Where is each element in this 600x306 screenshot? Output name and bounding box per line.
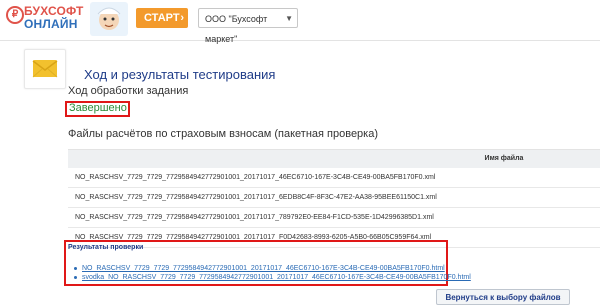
page-title: Ход и результаты тестирования [84,67,276,82]
results-title: Результаты проверки [68,244,144,251]
result-link-text: NO_RASCHSV_7729_7729_7729584942772901001… [82,265,445,272]
table-row: NO_RASCHSV_7729_7729_7729584942772901001… [68,168,600,188]
table-row: NO_RASCHSV_7729_7729_7729584942772901001… [68,208,600,228]
logo-line2: ОНЛАЙН [24,17,78,31]
table-row: NO_RASCHSV_7729_7729_7729584942772901001… [68,188,600,208]
processing-label: Ход обработки задания [68,85,189,97]
start-button-label: СТАРТ [144,12,180,24]
files-table-header: Имя файла [68,150,600,168]
company-select-value: ООО "Бухсофт маркет" [205,14,268,44]
start-button[interactable]: СТАРТ › [136,8,188,28]
logo-mark-icon: ₽ [6,6,24,24]
top-bar: ₽ БУХСОФТ ОНЛАЙН СТАРТ › ООО "Бухсофт ма… [0,0,600,44]
envelope-icon [24,49,66,89]
status-text: Завершено [69,102,127,114]
bullet-icon [74,266,77,270]
files-table: Имя файла NO_RASCHSV_7729_7729_772958494… [68,149,600,248]
bullet-icon [74,275,77,279]
result-link-text: svodka_NO_RASCHSV_7729_7729_772958494277… [82,274,471,281]
chevron-right-icon: › [180,12,184,24]
mascot-icon [86,0,132,40]
dropdown-arrow-icon: ▼ [285,14,293,23]
back-to-file-selection-button[interactable]: Вернуться к выбору файлов [436,289,570,305]
files-section-title: Файлы расчётов по страховым взносам (пак… [68,128,379,140]
company-select[interactable]: ООО "Бухсофт маркет" ▼ [198,8,298,44]
logo-line1: БУХСОФТ [24,4,84,18]
result-link[interactable]: svodka_NO_RASCHSV_7729_7729_772958494277… [74,273,471,283]
logo[interactable]: ₽ БУХСОФТ ОНЛАЙН [6,4,83,34]
